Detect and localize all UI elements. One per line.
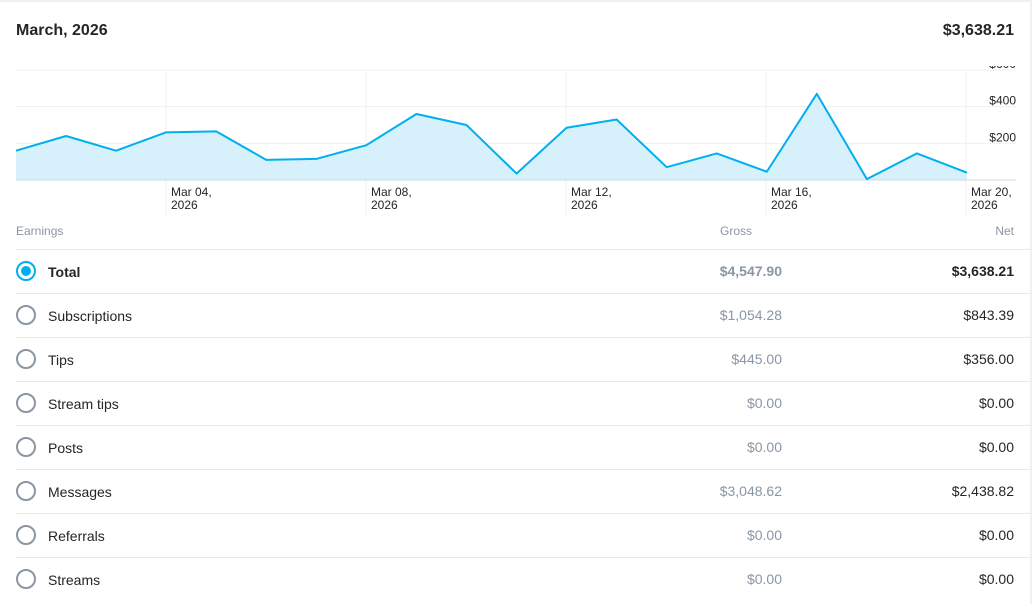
- row-gross: $1,054.28: [719, 307, 782, 323]
- row-gross: $3,048.62: [719, 483, 782, 499]
- row-net: $843.39: [963, 307, 1014, 323]
- x-tick-label: Mar 20,: [971, 185, 1012, 199]
- y-tick-label: $600: [989, 66, 1016, 71]
- period-total: $3,638.21: [942, 22, 1014, 39]
- earnings-row-stream-tips[interactable]: Stream tips $0.00 $0.00: [16, 381, 1030, 425]
- earnings-row-referrals[interactable]: Referrals $0.00 $0.00: [16, 513, 1030, 557]
- column-header-earnings: Earnings: [16, 224, 64, 238]
- row-label: Subscriptions: [48, 308, 133, 324]
- earnings-row-subscriptions[interactable]: Subscriptions $1,054.28 $843.39: [16, 293, 1030, 337]
- earnings-row-total[interactable]: Total $4,547.90 $3,638.21: [16, 249, 1030, 293]
- radio-subscriptions[interactable]: [16, 305, 36, 325]
- row-gross: $0.00: [746, 571, 782, 587]
- row-gross: $4,547.90: [719, 263, 782, 279]
- row-net: $0.00: [978, 395, 1014, 411]
- row-label: Stream tips: [48, 396, 119, 412]
- y-tick-label: $200: [989, 130, 1016, 144]
- earnings-chart-svg: $600$400$200Mar 04,2026Mar 08,2026Mar 12…: [15, 66, 1016, 216]
- earnings-row-tips[interactable]: Tips $445.00 $356.00: [16, 337, 1030, 381]
- earnings-header: March, 2026 $3,638.21: [16, 22, 1014, 40]
- x-tick-label-year: 2026: [771, 198, 798, 212]
- x-tick-label-year: 2026: [171, 198, 198, 212]
- x-tick-label: Mar 12,: [571, 185, 612, 199]
- row-label: Messages: [48, 484, 112, 500]
- row-gross: $445.00: [731, 351, 782, 367]
- column-headers: Earnings Gross Net: [16, 224, 1014, 238]
- earnings-list: Total $4,547.90 $3,638.21 Subscriptions …: [16, 249, 1030, 601]
- earnings-row-posts[interactable]: Posts $0.00 $0.00: [16, 425, 1030, 469]
- radio-stream-tips[interactable]: [16, 393, 36, 413]
- x-tick-label-year: 2026: [371, 198, 398, 212]
- row-label: Streams: [48, 572, 101, 588]
- radio-total[interactable]: [16, 261, 36, 281]
- earnings-chart: $600$400$200Mar 04,2026Mar 08,2026Mar 12…: [0, 66, 1032, 216]
- radio-messages[interactable]: [16, 481, 36, 501]
- row-gross: $0.00: [746, 439, 782, 455]
- row-label: Tips: [48, 352, 74, 368]
- earnings-row-streams[interactable]: Streams $0.00 $0.00: [16, 557, 1030, 601]
- row-label: Posts: [48, 440, 84, 456]
- x-tick-label: Mar 08,: [371, 185, 412, 199]
- row-net: $356.00: [963, 351, 1014, 367]
- radio-referrals[interactable]: [16, 525, 36, 545]
- column-header-net: Net: [995, 224, 1014, 238]
- radio-streams[interactable]: [16, 569, 36, 589]
- row-net: $3,638.21: [951, 263, 1014, 279]
- row-net: $2,438.82: [951, 483, 1014, 499]
- y-tick-label: $400: [989, 94, 1016, 108]
- row-gross: $0.00: [746, 527, 782, 543]
- radio-tips[interactable]: [16, 349, 36, 369]
- row-gross: $0.00: [746, 395, 782, 411]
- row-net: $0.00: [978, 439, 1014, 455]
- row-net: $0.00: [978, 527, 1014, 543]
- column-header-gross: Gross: [719, 224, 752, 238]
- x-tick-label-year: 2026: [571, 198, 598, 212]
- x-tick-label-year: 2026: [971, 198, 998, 212]
- row-label: Referrals: [48, 528, 105, 544]
- radio-posts[interactable]: [16, 437, 36, 457]
- row-label: Total: [48, 264, 81, 280]
- x-tick-label: Mar 16,: [771, 185, 812, 199]
- period-title: March, 2026: [16, 22, 108, 39]
- earnings-row-messages[interactable]: Messages $3,048.62 $2,438.82: [16, 469, 1030, 513]
- x-tick-label: Mar 04,: [171, 185, 212, 199]
- earnings-card: March, 2026 $3,638.21 $600 $400 $200 Mar 04…: [0, 0, 1032, 604]
- row-net: $0.00: [978, 571, 1014, 587]
